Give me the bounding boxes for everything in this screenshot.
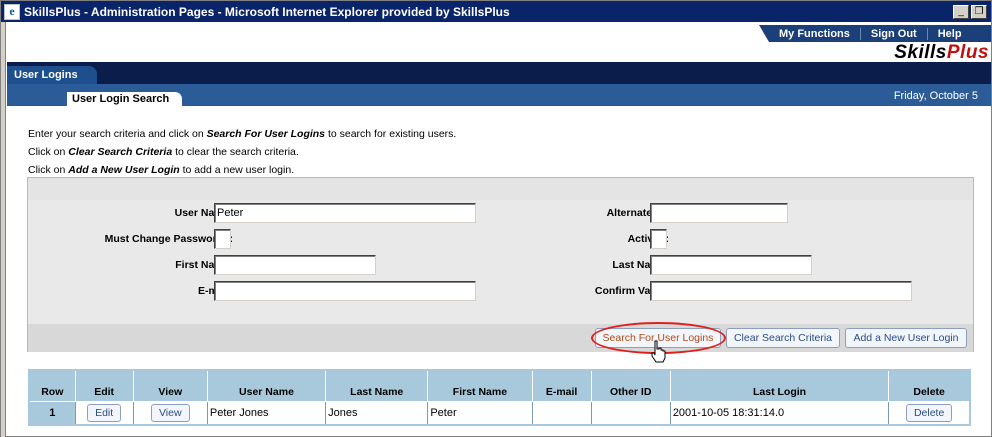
must-change-password-field[interactable] bbox=[214, 229, 231, 249]
current-date: Friday, October 5 bbox=[893, 90, 978, 102]
col-header-user-name: User Name bbox=[206, 369, 327, 402]
instruction-line-2: Click on Clear Search Criteria to clear … bbox=[28, 146, 299, 158]
active-field[interactable] bbox=[650, 229, 667, 249]
instruction-line-1: Enter your search criteria and click on … bbox=[28, 128, 457, 140]
table-row: 1 Edit View Peter Jones Jones Peter 2001… bbox=[28, 400, 971, 426]
window-frame-left bbox=[1, 22, 6, 437]
confirm-value-input[interactable] bbox=[650, 281, 912, 301]
first-name-cell: Peter bbox=[427, 400, 533, 426]
col-header-last-login: Last Login bbox=[669, 369, 890, 402]
tab-user-login-search[interactable]: User Login Search bbox=[67, 92, 182, 106]
edit-button[interactable]: Edit bbox=[87, 403, 122, 422]
email-input[interactable] bbox=[214, 281, 476, 301]
skillsplus-logo: SkillsPlus bbox=[894, 42, 989, 64]
col-header-other-id: Other ID bbox=[590, 369, 671, 402]
logo-text-plus: Plus bbox=[946, 42, 989, 63]
hand-cursor-icon bbox=[651, 340, 666, 363]
first-name-input[interactable] bbox=[214, 255, 376, 275]
col-header-delete: Delete bbox=[888, 369, 971, 402]
user-name-cell: Peter Jones bbox=[206, 400, 327, 426]
logo-text-skills: Skills bbox=[894, 42, 947, 63]
last-login-cell: 2001-10-05 18:31:14.0 bbox=[669, 400, 890, 426]
top-nav: My Functions Sign Out Help bbox=[759, 25, 991, 42]
window-controls: _ ❐ bbox=[953, 4, 987, 19]
minimize-button[interactable]: _ bbox=[953, 4, 969, 19]
delete-button[interactable]: Delete bbox=[905, 403, 953, 422]
col-header-first-name: First Name bbox=[427, 369, 533, 402]
ie-app-icon: e bbox=[4, 3, 20, 20]
nav-sign-out[interactable]: Sign Out bbox=[861, 27, 928, 40]
clear-search-criteria-button[interactable]: Clear Search Criteria bbox=[726, 328, 840, 348]
instructions: Enter your search criteria and click on … bbox=[28, 125, 456, 179]
last-name-cell: Jones bbox=[325, 400, 429, 426]
tab-user-logins[interactable]: User Logins bbox=[7, 66, 97, 84]
main-nav-band bbox=[7, 62, 991, 84]
search-panel: User Name: Must Change Password?: First … bbox=[27, 177, 974, 363]
email-cell bbox=[531, 400, 592, 426]
view-button[interactable]: View bbox=[150, 403, 190, 422]
col-header-view: View bbox=[132, 369, 208, 402]
add-new-user-login-button[interactable]: Add a New User Login bbox=[845, 328, 967, 348]
results-table: Row Edit View User Name Last Name First … bbox=[28, 369, 971, 426]
search-panel-header bbox=[28, 178, 973, 200]
other-id-cell bbox=[590, 400, 671, 426]
nav-help[interactable]: Help bbox=[928, 28, 972, 40]
nav-my-functions[interactable]: My Functions bbox=[769, 27, 861, 40]
col-header-email: E-mail bbox=[531, 369, 592, 402]
window-titlebar: e SkillsPlus - Administration Pages - Mi… bbox=[1, 1, 991, 22]
view-cell: View bbox=[132, 400, 208, 426]
col-header-edit: Edit bbox=[74, 369, 134, 402]
restore-button[interactable]: ❐ bbox=[971, 4, 987, 19]
col-header-row: Row bbox=[28, 369, 76, 402]
col-header-last-name: Last Name bbox=[325, 369, 429, 402]
window-title: SkillsPlus - Administration Pages - Micr… bbox=[24, 4, 510, 19]
browser-window: e SkillsPlus - Administration Pages - Mi… bbox=[0, 0, 992, 437]
edit-cell: Edit bbox=[74, 400, 134, 426]
last-name-input[interactable] bbox=[650, 255, 812, 275]
results-header-row: Row Edit View User Name Last Name First … bbox=[28, 369, 971, 402]
alternate-id-input[interactable] bbox=[650, 203, 788, 223]
row-number: 1 bbox=[28, 400, 76, 426]
delete-cell: Delete bbox=[888, 400, 971, 426]
user-name-input[interactable] bbox=[214, 203, 476, 223]
